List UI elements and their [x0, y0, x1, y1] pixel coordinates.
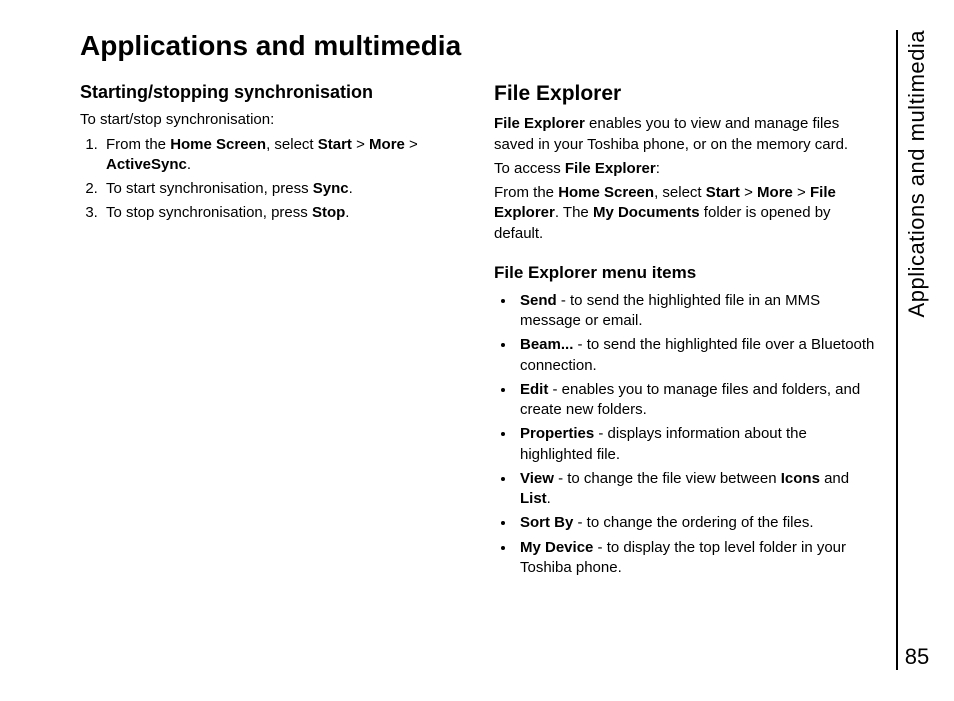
section-heading-sync: Starting/stopping synchronisation [80, 80, 466, 104]
section-heading-file-explorer: File Explorer [494, 80, 880, 108]
menu-item: My Device - to display the top level fol… [516, 538, 880, 579]
side-tab-label: Applications and multimedia [904, 30, 930, 317]
menu-item: Properties - displays information about … [516, 424, 880, 465]
sync-intro: To start/stop synchronisation: [80, 110, 466, 130]
menu-item: Send - to send the highlighted file in a… [516, 291, 880, 332]
sync-steps-list: From the Home Screen, select Start > Mor… [80, 135, 466, 224]
menu-item: Sort By - to change the ordering of the … [516, 513, 880, 533]
file-explorer-access-body: From the Home Screen, select Start > Mor… [494, 183, 880, 244]
menu-item: View - to change the file view between I… [516, 469, 880, 510]
sync-step: From the Home Screen, select Start > Mor… [102, 135, 466, 176]
two-column-layout: Starting/stopping synchronisation To sta… [80, 80, 880, 582]
sync-step: To stop synchronisation, press Stop. [102, 203, 466, 223]
page-content: Applications and multimedia Starting/sto… [80, 30, 880, 582]
menu-items-list: Send - to send the highlighted file in a… [494, 291, 880, 578]
page-title: Applications and multimedia [80, 30, 880, 62]
right-column: File Explorer File Explorer enables you … [494, 80, 880, 582]
menu-item: Beam... - to send the highlighted file o… [516, 335, 880, 376]
side-tab: Applications and multimedia 85 [896, 30, 930, 670]
file-explorer-intro: File Explorer enables you to view and ma… [494, 114, 880, 155]
sync-step: To start synchronisation, press Sync. [102, 179, 466, 199]
subheading-menu-items: File Explorer menu items [494, 262, 880, 285]
menu-item: Edit - enables you to manage files and f… [516, 380, 880, 421]
page-number: 85 [905, 644, 929, 670]
file-explorer-access-label: To access File Explorer: [494, 159, 880, 179]
left-column: Starting/stopping synchronisation To sta… [80, 80, 466, 582]
